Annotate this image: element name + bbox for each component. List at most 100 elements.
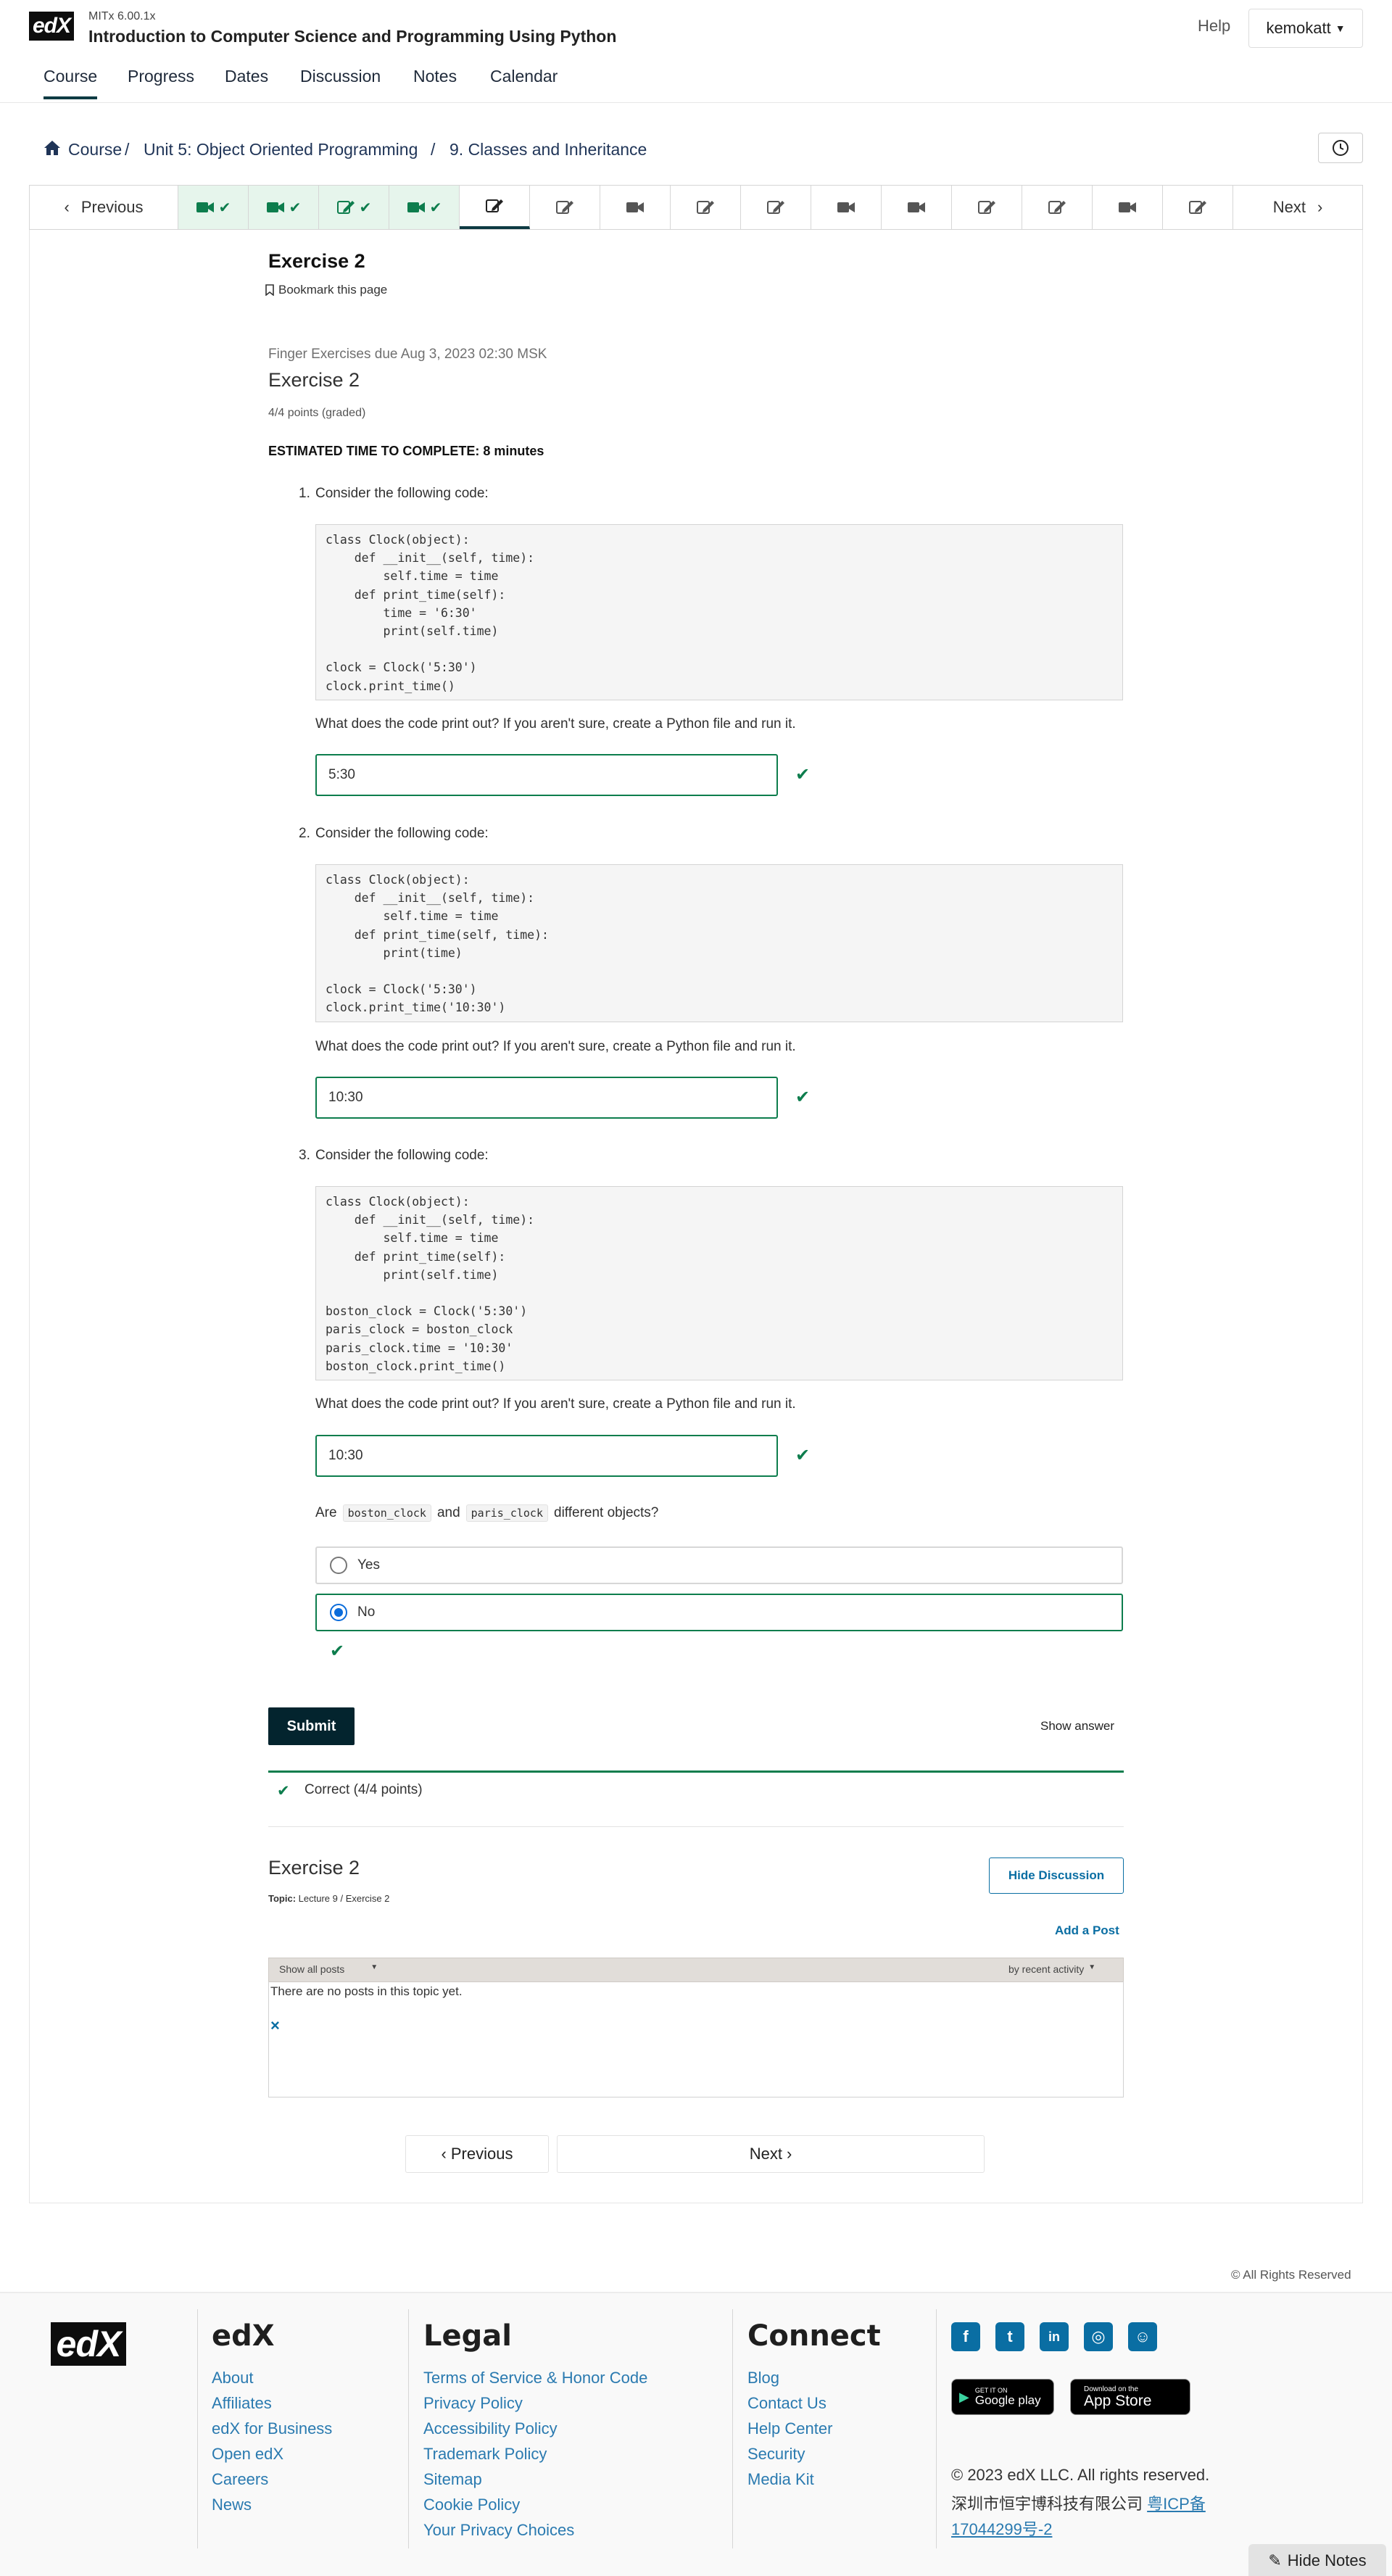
footer-link[interactable]: Help Center <box>747 2419 832 2438</box>
unit-nav-item[interactable] <box>952 186 1022 229</box>
chevron-left-icon: ‹ <box>64 198 70 216</box>
user-menu-button[interactable]: kemokatt ▼ <box>1248 9 1363 48</box>
icp-link[interactable]: 粤ICP备 <box>1147 2495 1206 2513</box>
footer-link[interactable]: Terms of Service & Honor Code <box>423 2369 647 2387</box>
discussion-title: Exercise 2 <box>268 1857 360 1879</box>
question-number: 2. <box>299 826 310 841</box>
chevron-down-icon: ▼ <box>370 1963 378 1971</box>
tab-course[interactable]: Course <box>44 67 98 99</box>
footer-link[interactable]: edX for Business <box>212 2419 332 2438</box>
chevron-right-icon: › <box>1317 198 1323 216</box>
bookmark-button[interactable]: Bookmark this page <box>265 283 387 297</box>
footer-link[interactable]: Accessibility Policy <box>423 2419 558 2438</box>
unit-nav-item[interactable] <box>882 186 952 229</box>
app-store-badge[interactable]: Download on the App Store <box>1070 2379 1190 2415</box>
video-icon <box>407 199 426 215</box>
facebook-icon[interactable]: f <box>951 2322 980 2351</box>
filter-label: Show all posts <box>279 1963 345 1975</box>
footer-link[interactable]: About <box>212 2369 254 2387</box>
question-prompt: Consider the following code: <box>315 486 489 501</box>
check-icon: ✔ <box>429 199 442 216</box>
divider <box>268 1826 1124 1827</box>
edit-icon <box>977 199 996 215</box>
footer-link[interactable]: Contact Us <box>747 2394 826 2413</box>
help-link[interactable]: Help <box>1198 17 1230 36</box>
answer-input[interactable]: 10:30 <box>315 1435 778 1477</box>
radio-button[interactable] <box>330 1557 347 1574</box>
check-icon: ✔ <box>359 199 372 216</box>
tab-notes[interactable]: Notes <box>413 67 457 86</box>
unit-nav-item[interactable] <box>1163 186 1233 229</box>
discussion-posts: There are no posts in this topic yet. × <box>268 1981 1124 2097</box>
video-icon <box>196 199 215 215</box>
footer-link[interactable]: Security <box>747 2445 805 2464</box>
footer-link[interactable]: Careers <box>212 2470 268 2489</box>
edx-logo[interactable]: edX <box>29 12 74 41</box>
unit-nav-item[interactable]: ✔ <box>389 186 460 229</box>
unit-next-button[interactable]: Next › <box>1233 186 1362 229</box>
unit-nav-item[interactable] <box>1093 186 1163 229</box>
copyright: © 2023 edX LLC. All rights reserved. <box>951 2466 1210 2484</box>
dates-button[interactable] <box>1318 133 1363 163</box>
unit-nav-item[interactable] <box>811 186 882 229</box>
breadcrumb-subsection[interactable]: 9. Classes and Inheritance <box>450 140 647 160</box>
radio-button-selected[interactable] <box>330 1604 347 1621</box>
footer-edx-logo[interactable]: edX <box>51 2322 126 2366</box>
previous-label: Previous <box>450 2145 513 2163</box>
footer-link[interactable]: Affiliates <box>212 2394 272 2413</box>
linkedin-icon[interactable]: in <box>1040 2322 1069 2351</box>
tab-progress[interactable]: Progress <box>128 67 194 86</box>
bottom-next-button[interactable]: Next › <box>557 2135 985 2173</box>
answer-input[interactable]: 5:30 <box>315 754 778 796</box>
footer-link[interactable]: Privacy Policy <box>423 2394 523 2413</box>
unit-nav-item[interactable] <box>600 186 671 229</box>
discussion-toolbar: Show all posts ▼ by recent activity ▼ <box>268 1958 1124 1982</box>
show-answer-button[interactable]: Show answer <box>1040 1719 1114 1734</box>
footer-link[interactable]: Trademark Policy <box>423 2445 547 2464</box>
reddit-icon[interactable]: ☺ <box>1128 2322 1157 2351</box>
check-icon: ✔ <box>218 199 231 216</box>
edit-icon <box>1188 199 1207 215</box>
problem-points: 4/4 points (graded) <box>268 407 366 419</box>
tab-discussion[interactable]: Discussion <box>300 67 381 86</box>
submit-button[interactable]: Submit <box>268 1707 355 1745</box>
unit-nav-item[interactable] <box>530 186 600 229</box>
next-label: Next <box>749 2145 782 2163</box>
bottom-previous-button[interactable]: ‹ Previous <box>405 2135 549 2173</box>
unit-nav-item[interactable]: ✔ <box>178 186 249 229</box>
icp-link[interactable]: 17044299号-2 <box>951 2517 1052 2540</box>
hide-notes-button[interactable]: ✎ Hide Notes <box>1248 2544 1386 2576</box>
unit-nav-item[interactable]: ✔ <box>249 186 319 229</box>
unit-previous-button[interactable]: ‹ Previous <box>30 186 178 229</box>
tab-calendar[interactable]: Calendar <box>490 67 558 86</box>
google-play-badge[interactable]: ▶ GET IT ON Google play <box>951 2379 1054 2415</box>
radio-option-no[interactable]: No <box>315 1594 1123 1631</box>
footer-link[interactable]: Cookie Policy <box>423 2496 520 2514</box>
footer-link[interactable]: Media Kit <box>747 2470 814 2489</box>
footer-link[interactable]: Sitemap <box>423 2470 482 2489</box>
hide-discussion-button[interactable]: Hide Discussion <box>989 1858 1124 1894</box>
unit-nav-item[interactable] <box>671 186 741 229</box>
instagram-icon[interactable]: ◎ <box>1084 2322 1113 2351</box>
twitter-icon[interactable]: t <box>995 2322 1024 2351</box>
sort-select[interactable]: by recent activity ▼ <box>1008 1963 1095 1975</box>
footer-link[interactable]: Blog <box>747 2369 779 2387</box>
footer-link[interactable]: News <box>212 2496 252 2514</box>
unit-nav-item[interactable] <box>460 186 530 229</box>
video-icon <box>626 199 645 215</box>
tab-dates[interactable]: Dates <box>225 67 268 86</box>
radio-option-yes[interactable]: Yes <box>315 1546 1123 1584</box>
unit-nav-item[interactable]: ✔ <box>319 186 389 229</box>
footer-link[interactable]: Open edX <box>212 2445 283 2464</box>
footer-link[interactable]: Your Privacy Choices <box>423 2521 574 2540</box>
answer-input[interactable]: 10:30 <box>315 1077 778 1119</box>
posts-filter-select[interactable]: Show all posts ▼ <box>279 1963 378 1975</box>
unit-nav-item[interactable] <box>741 186 811 229</box>
unit-next-label: Next <box>1272 198 1306 216</box>
unit-nav-item[interactable] <box>1022 186 1093 229</box>
breadcrumb-unit[interactable]: Unit 5: Object Oriented Programming <box>144 140 418 160</box>
breadcrumb-course[interactable]: Course <box>68 140 122 160</box>
close-icon[interactable]: × <box>270 2016 280 2035</box>
add-post-button[interactable]: Add a Post <box>1055 1923 1119 1938</box>
correct-check-icon: ✔ <box>795 1446 811 1465</box>
